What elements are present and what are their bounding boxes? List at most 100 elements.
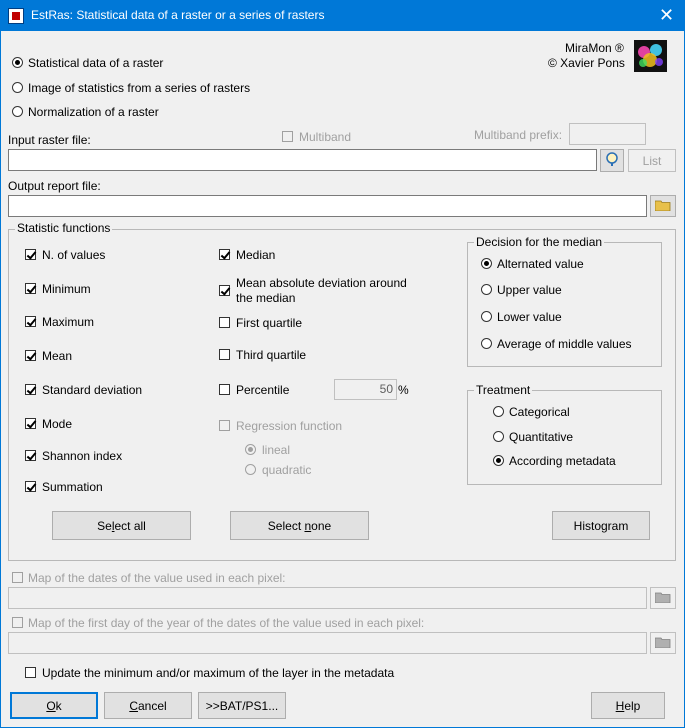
checkbox-map-first-day[interactable] (12, 617, 23, 628)
label-categorical: Categorical (509, 405, 570, 419)
checkbox-shannon[interactable] (25, 450, 36, 461)
checkbox-regression[interactable] (219, 420, 230, 431)
radio-lower-value[interactable] (481, 311, 492, 322)
label-mode: Mode (42, 417, 73, 431)
output-report-field[interactable] (8, 195, 647, 217)
select-none-label: Select none (267, 518, 332, 533)
cancel-button[interactable]: Cancel (104, 692, 192, 719)
checkbox-map-dates[interactable] (12, 572, 23, 583)
label-quadratic: quadratic (262, 463, 312, 477)
median-decision-title: Decision for the median (474, 235, 605, 249)
save-report-button[interactable] (650, 195, 676, 217)
checkbox-first-quartile[interactable] (219, 317, 230, 328)
label-average-middle: Average of middle values (497, 337, 632, 351)
label-update-metadata: Update the minimum and/or maximum of the… (42, 666, 395, 680)
input-raster-label: Input raster file: (8, 133, 91, 147)
radio-upper-value[interactable] (481, 284, 492, 295)
radio-quantitative[interactable] (493, 431, 504, 442)
multiband-label: Multiband (299, 130, 352, 144)
ok-label: Ok (46, 698, 62, 713)
mode-label-image-series[interactable]: Image of statistics from a series of ras… (28, 81, 250, 95)
title-bar: EstRas: Statistical data of a raster or … (0, 0, 685, 31)
radio-lineal[interactable] (245, 444, 256, 455)
ok-button[interactable]: Ok (10, 692, 98, 719)
map-first-day-folder-button[interactable] (650, 632, 676, 654)
folder-icon (654, 199, 671, 214)
multiband-prefix-label: Multiband prefix: (474, 128, 563, 142)
label-third-quartile: Third quartile (236, 348, 307, 362)
output-report-label: Output report file: (8, 179, 101, 193)
radio-average-middle[interactable] (481, 338, 492, 349)
label-std-dev: Standard deviation (42, 383, 143, 397)
radio-alternated-value[interactable] (481, 258, 492, 269)
percent-sign: % (398, 383, 409, 397)
open-raster-button[interactable] (600, 149, 624, 172)
checkbox-n-values[interactable] (25, 249, 36, 260)
checkbox-mad[interactable] (219, 285, 230, 296)
label-median: Median (236, 248, 276, 262)
select-none-button[interactable]: Select none (230, 511, 369, 540)
checkbox-update-metadata[interactable] (25, 667, 36, 678)
multiband-prefix-input[interactable] (569, 123, 646, 145)
label-quantitative: Quantitative (509, 430, 574, 444)
label-mad-line2: the median (236, 291, 296, 305)
label-regression: Regression function (236, 419, 343, 433)
label-upper-value: Upper value (497, 283, 562, 297)
mode-radio-image-series[interactable] (12, 82, 23, 93)
multiband-checkbox[interactable] (282, 131, 293, 142)
list-button[interactable]: List (628, 149, 676, 172)
radio-quadratic[interactable] (245, 464, 256, 475)
checkbox-summation[interactable] (25, 481, 36, 492)
percentile-input[interactable]: 50 (334, 379, 397, 400)
radio-categorical[interactable] (493, 406, 504, 417)
checkbox-mean[interactable] (25, 350, 36, 361)
brand-name: MiraMon ® (565, 41, 624, 55)
mode-radio-statistical[interactable] (12, 57, 23, 68)
folder-icon (654, 591, 671, 606)
treatment-title: Treatment (474, 383, 533, 397)
checkbox-third-quartile[interactable] (219, 349, 230, 360)
label-n-values: N. of values (42, 248, 106, 262)
label-map-first-day: Map of the first day of the year of the … (28, 616, 425, 630)
map-dates-folder-button[interactable] (650, 587, 676, 609)
search-icon (604, 151, 620, 170)
label-summation: Summation (42, 480, 103, 494)
help-label: Help (615, 698, 641, 713)
map-dates-field[interactable] (8, 587, 647, 609)
mode-label-statistical[interactable]: Statistical data of a raster (28, 56, 163, 70)
map-first-day-field[interactable] (8, 632, 647, 654)
input-raster-field[interactable] (8, 149, 597, 171)
label-according-metadata: According metadata (509, 454, 616, 468)
select-all-label: Select all (97, 518, 146, 533)
label-map-dates: Map of the dates of the value used in ea… (28, 571, 286, 585)
help-button[interactable]: Help (591, 692, 665, 719)
window-title: EstRas: Statistical data of a raster or … (31, 8, 325, 22)
brand-author: © Xavier Pons (548, 56, 625, 70)
histogram-button[interactable]: Histogram (552, 511, 650, 540)
label-lineal: lineal (262, 443, 291, 457)
label-first-quartile: First quartile (236, 316, 303, 330)
checkbox-mode[interactable] (25, 418, 36, 429)
label-percentile: Percentile (236, 383, 290, 397)
checkbox-std-dev[interactable] (25, 384, 36, 395)
label-alternated-value: Alternated value (497, 257, 584, 271)
mode-radio-normalization[interactable] (12, 106, 23, 117)
bat-ps1-button[interactable]: >>BAT/PS1... (198, 692, 286, 719)
checkbox-percentile[interactable] (219, 384, 230, 395)
mode-label-normalization[interactable]: Normalization of a raster (28, 105, 159, 119)
select-all-button[interactable]: Select all (52, 511, 191, 540)
label-minimum: Minimum (42, 282, 91, 296)
app-icon (8, 8, 24, 24)
folder-icon (654, 636, 671, 651)
checkbox-maximum[interactable] (25, 316, 36, 327)
label-lower-value: Lower value (497, 310, 562, 324)
cancel-label: Cancel (129, 698, 167, 713)
label-maximum: Maximum (42, 315, 95, 329)
radio-according-metadata[interactable] (493, 455, 504, 466)
label-shannon: Shannon index (42, 449, 123, 463)
label-mad-line1: Mean absolute deviation around (236, 276, 407, 290)
label-mean: Mean (42, 349, 73, 363)
checkbox-minimum[interactable] (25, 283, 36, 294)
checkbox-median[interactable] (219, 249, 230, 260)
close-icon[interactable]: ✕ (648, 0, 685, 31)
